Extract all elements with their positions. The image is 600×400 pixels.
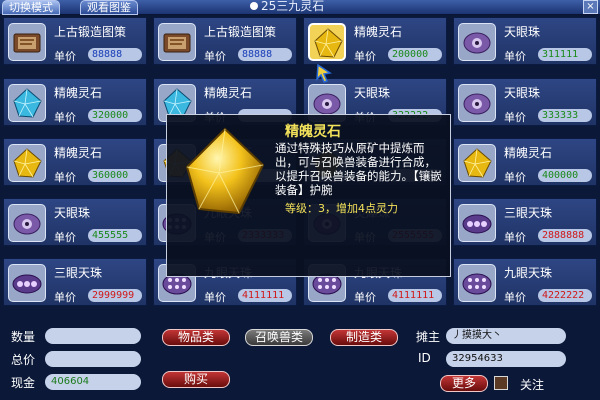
close-button[interactable]: ×: [583, 0, 598, 14]
soul-stone-gold-icon: [458, 144, 496, 182]
item-price: 4111111: [238, 289, 292, 302]
item-cell[interactable]: 天眼珠单价 333333: [453, 78, 597, 126]
cash-field: 406604: [45, 374, 141, 390]
stall-title: 25三九灵石: [250, 0, 324, 13]
forging-scroll-icon: [158, 23, 196, 61]
price-label: 单价: [504, 111, 526, 124]
price-label: 单价: [54, 291, 76, 304]
price-label: 单价: [54, 171, 76, 184]
stall-title-text: 25三九灵石: [261, 0, 325, 13]
quantity-field[interactable]: [45, 328, 141, 344]
follow-label: 关注: [520, 378, 545, 392]
item-name: 精魄灵石: [54, 146, 103, 160]
price-label: 单价: [354, 50, 376, 63]
quantity-label: 数量: [11, 330, 36, 344]
total-price-label: 总价: [11, 353, 36, 367]
purchase-panel: 数量 总价 现金 406604 物品类 召唤兽类 制造类 购买 摊主 丿摸摸大丶…: [0, 320, 600, 400]
follow-checkbox[interactable]: [494, 376, 508, 390]
price-label: 单价: [504, 171, 526, 184]
item-name: 精魄灵石: [504, 146, 553, 160]
tooltip-level: 等级：3，增加4点灵力: [285, 202, 398, 215]
item-cell[interactable]: 三眼天珠单价 2888888: [453, 198, 597, 246]
item-price: 88888: [238, 48, 292, 61]
item-cell[interactable]: 上古锻造图策 单价 88888: [3, 17, 147, 65]
item-name: 精魄灵石: [354, 25, 403, 39]
item-price: 2888888: [538, 229, 592, 242]
item-name: 天眼珠: [54, 206, 91, 220]
price-label: 单价: [354, 291, 376, 304]
price-label: 单价: [504, 291, 526, 304]
soul-stone-gold-icon: [8, 144, 46, 182]
three-eye-bead-icon: [8, 264, 46, 302]
item-price: 200000: [388, 48, 442, 61]
pets-category-button[interactable]: 召唤兽类: [245, 329, 313, 346]
item-name: 三眼天珠: [504, 206, 553, 220]
item-cell[interactable]: 精魄灵石单价 200000: [303, 17, 447, 65]
nine-eye-bead-icon: [458, 264, 496, 302]
item-cell[interactable]: 精魄灵石单价 400000: [453, 138, 597, 186]
item-name: 天眼珠: [354, 86, 391, 100]
item-name: 九眼天珠: [504, 266, 553, 280]
more-button[interactable]: 更多: [440, 375, 488, 392]
item-cell[interactable]: 三眼天珠单价 2999999: [3, 258, 147, 306]
sky-eye-pearl-icon: [8, 204, 46, 242]
item-name: 上古锻造图策: [204, 25, 277, 39]
items-category-button[interactable]: 物品类: [162, 329, 230, 346]
item-price: 360000: [88, 169, 142, 182]
item-name: 天眼珠: [504, 25, 541, 39]
id-label: ID: [418, 351, 431, 365]
owner-label: 摊主: [416, 330, 441, 344]
soul-stone-gold-icon: [308, 23, 346, 61]
price-label: 单价: [204, 291, 226, 304]
sky-eye-pearl-icon: [458, 23, 496, 61]
item-price: 320000: [88, 109, 142, 122]
price-label: 单价: [504, 231, 526, 244]
soul-stone-large-icon: [185, 127, 265, 215]
item-tooltip: 精魄灵石 通过特殊技巧从原矿中提炼而出，可与召唤兽装备进行合成，以提升召唤兽装备…: [166, 114, 451, 277]
tooltip-title: 精魄灵石: [285, 124, 341, 140]
bullet-icon: [250, 2, 258, 10]
item-price: 455555: [88, 229, 142, 242]
item-name: 精魄灵石: [54, 86, 103, 100]
item-name: 三眼天珠: [54, 266, 103, 280]
price-label: 单价: [54, 111, 76, 124]
tab-view-catalog[interactable]: 观看图鉴: [80, 0, 138, 15]
price-label: 单价: [504, 50, 526, 63]
mouse-cursor-icon: [316, 64, 332, 83]
item-price: 88888: [88, 48, 142, 61]
item-cell[interactable]: 精魄灵石单价 360000: [3, 138, 147, 186]
item-price: 4222222: [538, 289, 592, 302]
item-price: 311111: [538, 48, 592, 61]
item-price: 4111111: [388, 289, 442, 302]
cash-label: 现金: [11, 376, 36, 390]
item-cell[interactable]: 天眼珠单价 455555: [3, 198, 147, 246]
item-price: 400000: [538, 169, 592, 182]
price-label: 单价: [54, 50, 76, 63]
price-label: 单价: [54, 231, 76, 244]
item-cell[interactable]: 上古锻造图策 单价 88888: [153, 17, 297, 65]
id-field: 32954633: [446, 351, 566, 367]
item-name: 上古锻造图策: [54, 25, 127, 39]
item-name: 精魄灵石: [204, 86, 253, 100]
three-eye-bead-icon: [458, 204, 496, 242]
item-price: 2999999: [88, 289, 142, 302]
forging-scroll-icon: [8, 23, 46, 61]
item-cell[interactable]: 天眼珠单价 311111: [453, 17, 597, 65]
item-cell[interactable]: 精魄灵石单价 320000: [3, 78, 147, 126]
tooltip-description: 通过特殊技巧从原矿中提炼而出，可与召唤兽装备进行合成，以提升召唤兽装备的能力。【…: [275, 141, 442, 197]
price-label: 单价: [204, 50, 226, 63]
crafting-category-button[interactable]: 制造类: [330, 329, 398, 346]
sky-eye-pearl-icon: [458, 84, 496, 122]
soul-stone-blue-icon: [8, 84, 46, 122]
total-price-field: [45, 351, 141, 367]
item-name: 天眼珠: [504, 86, 541, 100]
title-bar: 切换模式 观看图鉴 25三九灵石 ×: [0, 0, 600, 15]
item-price: 333333: [538, 109, 592, 122]
owner-field: 丿摸摸大丶: [446, 328, 566, 344]
item-cell[interactable]: 九眼天珠单价 4222222: [453, 258, 597, 306]
buy-button[interactable]: 购买: [162, 371, 230, 388]
tab-switch-mode[interactable]: 切换模式: [2, 0, 60, 15]
